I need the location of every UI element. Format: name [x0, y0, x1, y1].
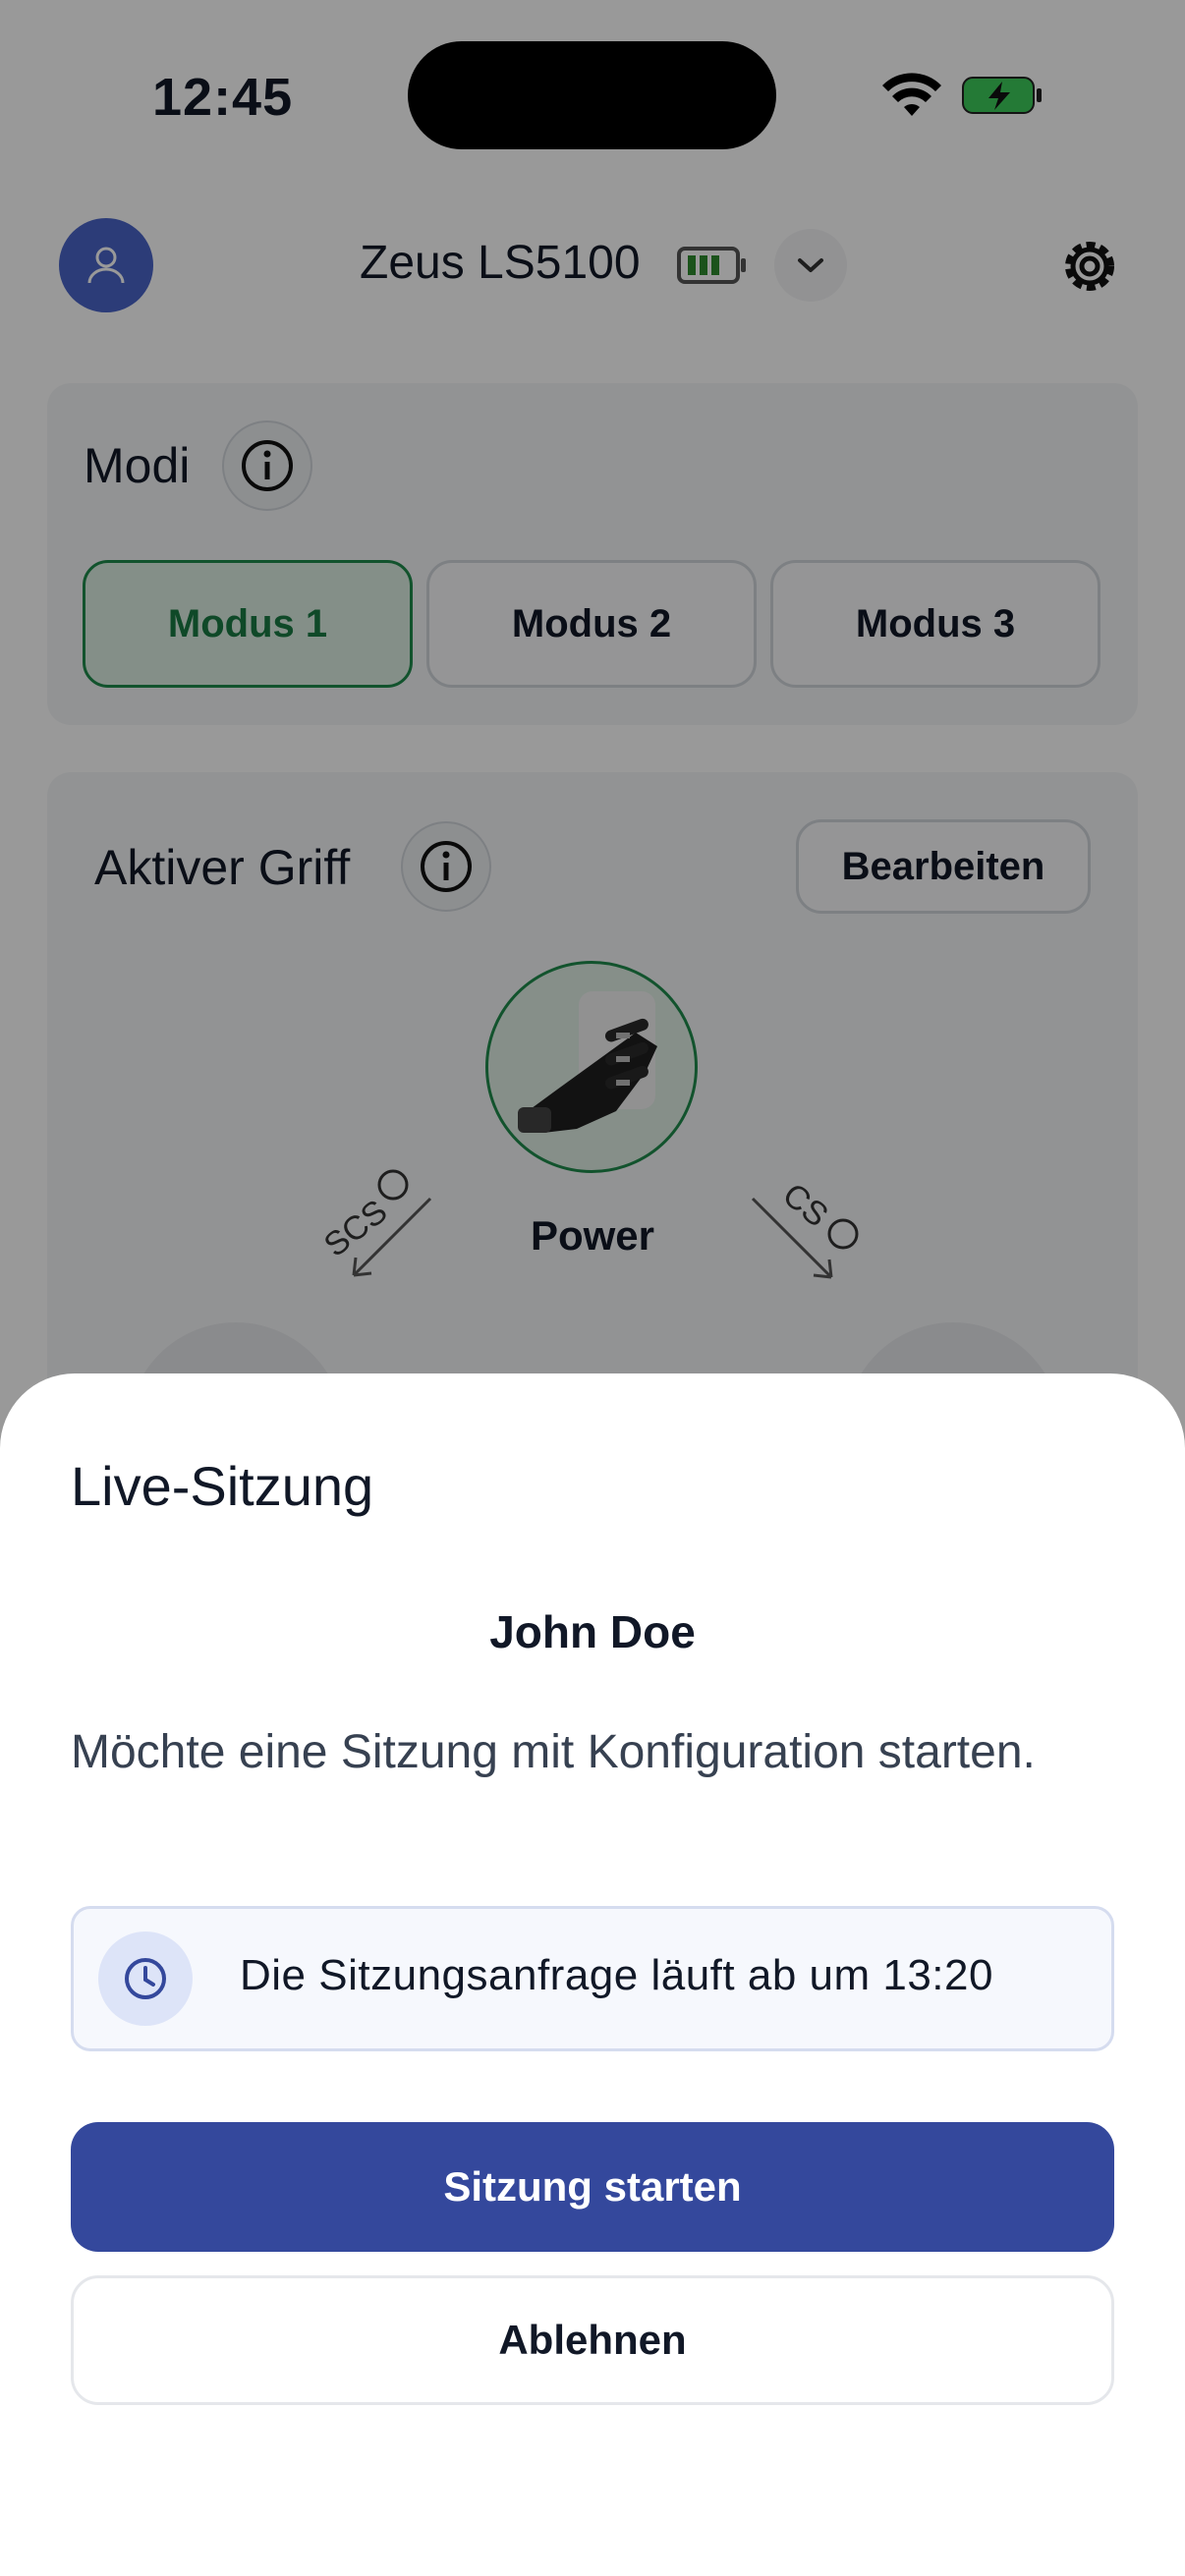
expiry-text: Die Sitzungsanfrage läuft ab um 13:20 [240, 1951, 993, 1999]
sheet-title: Live-Sitzung [71, 1455, 374, 1517]
decline-button[interactable]: Ablehnen [71, 2275, 1114, 2405]
clock-icon-badge [98, 1932, 193, 2026]
clock-icon [125, 1958, 166, 1999]
session-message: Möchte eine Sitzung mit Konfiguration st… [71, 1726, 1036, 1778]
requester-name: John Doe [489, 1606, 696, 1657]
start-session-button[interactable]: Sitzung starten [71, 2122, 1114, 2252]
